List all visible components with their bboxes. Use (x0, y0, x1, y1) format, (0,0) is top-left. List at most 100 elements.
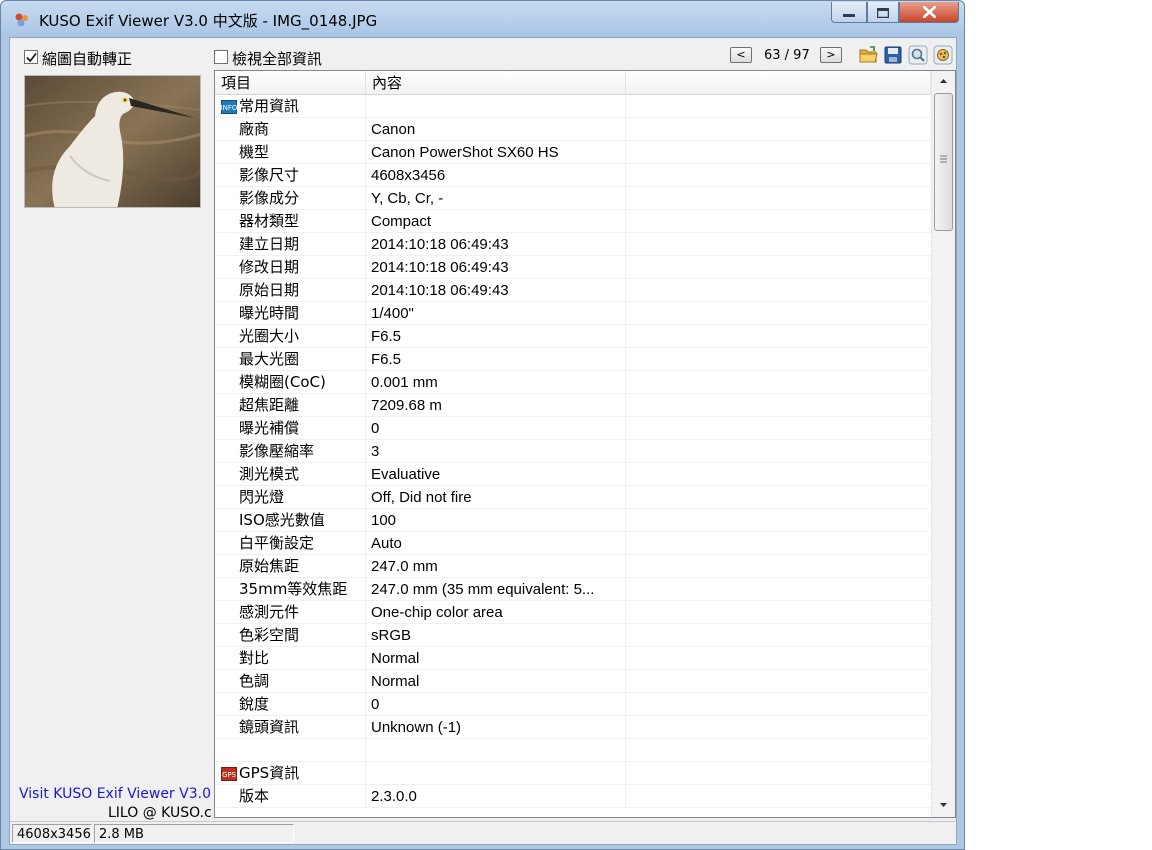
settings-icon[interactable] (933, 45, 953, 65)
table-row[interactable]: 廠商 Canon (215, 118, 931, 141)
minimize-button[interactable] (831, 2, 867, 23)
row-empty-cell (626, 210, 931, 233)
table-row[interactable]: 色彩空間 sRGB (215, 624, 931, 647)
row-item-value: Canon (366, 118, 626, 141)
table-row[interactable]: 原始日期 2014:10:18 06:49:43 (215, 279, 931, 302)
row-item-name: 色彩空間 (215, 624, 366, 647)
row-item-value: 0 (366, 693, 626, 716)
prev-image-button[interactable]: < (730, 47, 752, 63)
close-button[interactable] (899, 2, 959, 23)
row-item-value (366, 739, 626, 762)
row-item-value: 0 (366, 417, 626, 440)
scroll-down-arrow-icon[interactable] (932, 795, 955, 815)
table-row[interactable]: 對比 Normal (215, 647, 931, 670)
next-image-button[interactable]: > (820, 47, 842, 63)
row-item-name: 原始焦距 (215, 555, 366, 578)
row-item-value: 2014:10:18 06:49:43 (366, 256, 626, 279)
row-item-value: One-chip color area (366, 601, 626, 624)
row-empty-cell (626, 440, 931, 463)
row-item-name: 模糊圈(CoC) (215, 371, 366, 394)
row-item-name: 感測元件 (215, 601, 366, 624)
table-row[interactable]: 35mm等效焦距 247.0 mm (35 mm equivalent: 5... (215, 578, 931, 601)
row-item-name: GPS資訊 (215, 762, 366, 785)
row-item-value: 247.0 mm (366, 555, 626, 578)
view-all-checkbox[interactable] (214, 50, 228, 64)
row-item-name: 版本 (215, 785, 366, 808)
vertical-scrollbar[interactable] (931, 71, 955, 817)
table-row[interactable]: 閃光燈 Off, Did not fire (215, 486, 931, 509)
scrollbar-thumb[interactable] (934, 93, 953, 231)
table-row[interactable]: 版本 2.3.0.0 (215, 785, 931, 808)
row-empty-cell (626, 187, 931, 210)
table-row[interactable] (215, 739, 931, 762)
row-item-value: 4608x3456 (366, 164, 626, 187)
row-item-value: 2014:10:18 06:49:43 (366, 233, 626, 256)
auto-rotate-checkbox[interactable] (24, 50, 38, 64)
table-row[interactable]: 原始焦距 247.0 mm (215, 555, 931, 578)
table-row[interactable]: 建立日期 2014:10:18 06:49:43 (215, 233, 931, 256)
page-counter: 63 / 97 (764, 48, 810, 63)
window-title: KUSO Exif Viewer V3.0 中文版 - IMG_0148.JPG (39, 12, 378, 30)
row-item-name: 曝光補償 (215, 417, 366, 440)
visit-website-link[interactable]: Visit KUSO Exif Viewer V3.0 (19, 786, 211, 802)
row-item-name: 器材類型 (215, 210, 366, 233)
table-row[interactable]: 影像成分 Y, Cb, Cr, - (215, 187, 931, 210)
table-row[interactable]: 超焦距離 7209.68 m (215, 394, 931, 417)
table-row[interactable]: 光圈大小 F6.5 (215, 325, 931, 348)
row-empty-cell (626, 325, 931, 348)
table-row[interactable]: 測光模式 Evaluative (215, 463, 931, 486)
table-row[interactable]: 曝光補償 0 (215, 417, 931, 440)
table-row[interactable]: 鏡頭資訊 Unknown (-1) (215, 716, 931, 739)
table-row[interactable]: 機型 Canon PowerShot SX60 HS (215, 141, 931, 164)
table-row[interactable]: 模糊圈(CoC) 0.001 mm (215, 371, 931, 394)
row-item-value (366, 762, 626, 785)
row-empty-cell (626, 509, 931, 532)
row-empty-cell (626, 532, 931, 555)
table-row[interactable]: 影像壓縮率 3 (215, 440, 931, 463)
table-row[interactable]: 最大光圈 F6.5 (215, 348, 931, 371)
group-header-row[interactable]: GPS GPS資訊 (215, 762, 931, 785)
table-row[interactable]: 影像尺寸 4608x3456 (215, 164, 931, 187)
row-empty-cell (626, 693, 931, 716)
view-all-label[interactable]: 檢視全部資訊 (232, 48, 322, 69)
row-item-name: 鏡頭資訊 (215, 716, 366, 739)
search-icon[interactable] (908, 45, 928, 65)
exif-list[interactable]: 項目 內容 INFO 常用資訊 廠商 Canon 機型 Canon PowerShot S… (214, 70, 956, 818)
row-item-name: 光圈大小 (215, 325, 366, 348)
save-icon[interactable] (883, 45, 903, 65)
row-empty-cell (626, 233, 931, 256)
row-empty-cell (626, 394, 931, 417)
table-row[interactable]: 修改日期 2014:10:18 06:49:43 (215, 256, 931, 279)
row-item-name: 原始日期 (215, 279, 366, 302)
row-item-name: 影像壓縮率 (215, 440, 366, 463)
title-bar[interactable]: KUSO Exif Viewer V3.0 中文版 - IMG_0148.JPG (1, 1, 964, 37)
open-folder-icon[interactable] (858, 45, 878, 65)
app-window: KUSO Exif Viewer V3.0 中文版 - IMG_0148.JPG… (0, 0, 965, 850)
table-row[interactable]: 感測元件 One-chip color area (215, 601, 931, 624)
table-row[interactable]: 器材類型 Compact (215, 210, 931, 233)
row-empty-cell (626, 762, 931, 785)
maximize-button[interactable] (867, 2, 899, 23)
row-empty-cell (626, 578, 931, 601)
auto-rotate-label[interactable]: 縮圖自動轉正 (42, 48, 132, 69)
table-row[interactable]: 白平衡設定 Auto (215, 532, 931, 555)
table-row[interactable]: ISO感光數值 100 (215, 509, 931, 532)
table-row[interactable]: 色調 Normal (215, 670, 931, 693)
scroll-up-arrow-icon[interactable] (932, 71, 955, 91)
row-item-value: Evaluative (366, 463, 626, 486)
group-header-row[interactable]: INFO 常用資訊 (215, 95, 931, 118)
row-item-value: 2014:10:18 06:49:43 (366, 279, 626, 302)
column-header-value[interactable]: 內容 (366, 71, 626, 95)
row-item-value: Unknown (-1) (366, 716, 626, 739)
row-item-name: ISO感光數值 (215, 509, 366, 532)
column-header-item[interactable]: 項目 (215, 71, 366, 95)
row-empty-cell (626, 417, 931, 440)
row-empty-cell (626, 256, 931, 279)
row-empty-cell (626, 463, 931, 486)
table-row[interactable]: 銳度 0 (215, 693, 931, 716)
row-item-name: 超焦距離 (215, 394, 366, 417)
row-item-name: 測光模式 (215, 463, 366, 486)
column-header-empty[interactable] (626, 71, 931, 95)
row-item-value: Off, Did not fire (366, 486, 626, 509)
table-row[interactable]: 曝光時間 1/400" (215, 302, 931, 325)
